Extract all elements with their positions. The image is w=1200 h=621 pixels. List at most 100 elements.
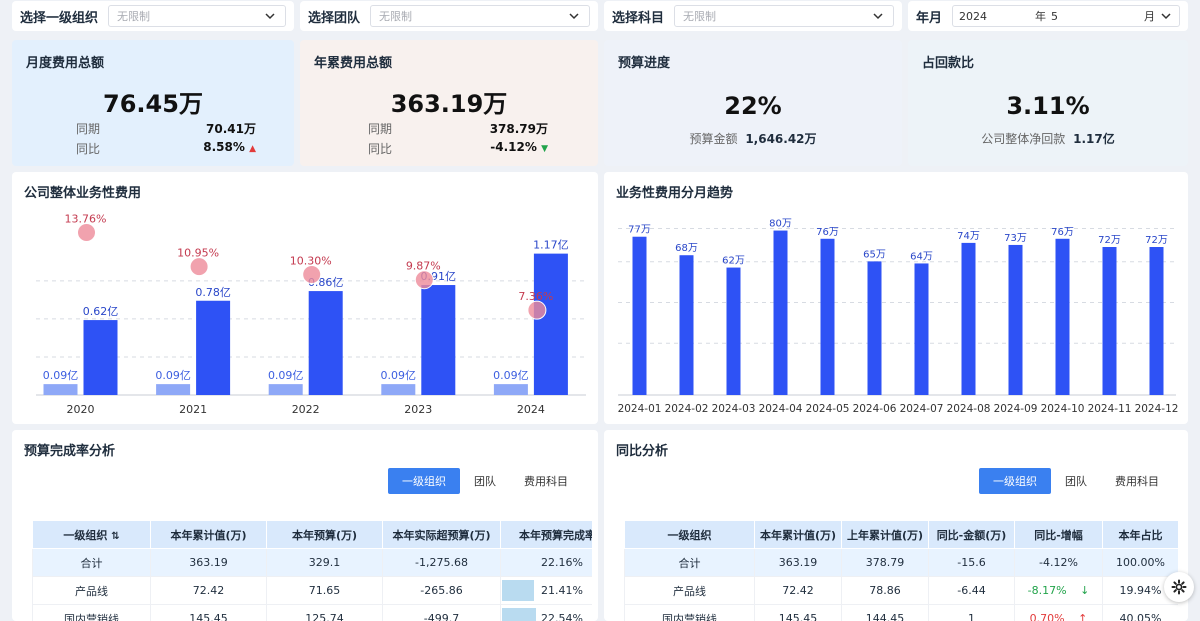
- tab-org[interactable]: 一级组织: [388, 468, 460, 494]
- tab-subject[interactable]: 费用科目: [1101, 468, 1173, 494]
- rate-bar: [502, 580, 535, 601]
- x-tick-label: 2024-10: [1041, 403, 1085, 415]
- panel-title: 同比分析: [616, 444, 669, 459]
- cell: -8.17% ↓: [1014, 576, 1103, 605]
- column-header: 本年预算完成率: [500, 520, 592, 549]
- ratio-point: [414, 270, 434, 290]
- cell: 71.65: [266, 576, 383, 605]
- monthly-trend-chart: 77万 2024-01 68万 2024-02 62万 2024-03 80万 2024-04…: [618, 219, 1179, 415]
- kpi-row: 同比 -4.12% ▼: [368, 140, 548, 157]
- org-filter: 选择一级组织 无限制: [12, 1, 294, 31]
- bar-label: 73万: [1004, 233, 1027, 244]
- subject-select[interactable]: 无限制: [674, 5, 894, 27]
- bar-label: 80万: [769, 219, 792, 230]
- bar: [421, 285, 456, 395]
- org-select[interactable]: 无限制: [108, 5, 286, 27]
- cell: 145.45: [150, 604, 267, 621]
- cell: -265.86: [382, 576, 501, 605]
- bar-label: 64万: [910, 251, 933, 262]
- bar-label: 0.09亿: [43, 369, 79, 382]
- bar-small: [493, 384, 528, 395]
- team-select[interactable]: 无限制: [370, 5, 590, 27]
- bar: [1102, 247, 1117, 395]
- column-header: 本年预算(万): [266, 520, 383, 549]
- budget-table-viewport: 一级组织 ⇅ 本年累计值(万) 本年预算(万) 本年实际超预算(万) 本年预算完…: [32, 520, 592, 621]
- cell: 产品线: [624, 576, 755, 605]
- column-header-org[interactable]: 一级组织 ⇅: [32, 520, 151, 549]
- overall-expense-chart: 0.09亿 0.62亿 13.76% 2020 0.09亿 0.78亿 10.95% 2021…: [36, 212, 586, 416]
- cell: 363.19: [150, 548, 267, 577]
- triangle-down-icon: ▼: [541, 144, 548, 154]
- x-tick-label: 2023: [404, 403, 432, 416]
- cell: 合计: [624, 548, 755, 577]
- chevron-down-icon: [1161, 13, 1171, 20]
- team-filter: 选择团队 无限制: [300, 1, 598, 31]
- year-month-picker[interactable]: 2024 年 5 月: [952, 5, 1180, 27]
- x-tick-label: 2024-03: [712, 403, 756, 415]
- kpi-row: 公司整体净回款 1.17亿: [908, 130, 1188, 147]
- floating-settings-button[interactable]: [1164, 572, 1194, 602]
- ratio-point: [527, 300, 547, 320]
- cell: 378.79: [841, 548, 929, 577]
- chevron-down-icon: [569, 13, 579, 20]
- kpi-title: 月度费用总额: [26, 56, 105, 71]
- x-tick-label: 2024-11: [1088, 403, 1132, 415]
- budget-completion-panel: 预算完成率分析 一级组织 团队 费用科目 一级组织 ⇅ 本年累计值(万) 本年预…: [12, 430, 598, 621]
- kpi-row: 同期 378.79万: [368, 120, 548, 137]
- kpi-title: 预算进度: [618, 56, 671, 71]
- tab-team[interactable]: 团队: [1051, 468, 1101, 494]
- table-row: 产品线 72.42 71.65 -265.86 21.41%: [32, 576, 592, 605]
- team-select-placeholder: 无限制: [379, 10, 413, 23]
- cell: -15.6: [928, 548, 1015, 577]
- kpi-row-label: 公司整体净回款: [981, 132, 1066, 146]
- cell: -6.44: [928, 576, 1015, 605]
- x-tick-label: 2020: [67, 403, 95, 416]
- table-row: 合计 363.19 378.79 -15.6 -4.12% 100.00%: [624, 548, 1178, 577]
- bar: [1149, 247, 1164, 395]
- cell: 144.45: [841, 604, 929, 621]
- month-unit: 月: [1144, 10, 1155, 23]
- kpi-row-value: 378.79万: [489, 122, 548, 136]
- table-row: 合计 363.19 329.1 -1,275.68 22.16%: [32, 548, 592, 577]
- bar-label: 0.62亿: [83, 305, 119, 318]
- kpi-row-label: 同期: [368, 122, 393, 136]
- yoy-tabs: 一级组织 团队 费用科目: [979, 468, 1173, 494]
- x-tick-label: 2024-06: [853, 403, 897, 415]
- x-tick-label: 2022: [292, 403, 320, 416]
- bar-small: [381, 384, 416, 395]
- cell: 329.1: [266, 548, 383, 577]
- yoy-table-viewport: 一级组织 本年累计值(万) 上年累计值(万) 同比-金额(万) 同比-增幅 本年…: [624, 520, 1178, 621]
- cell: -1,275.68: [382, 548, 501, 577]
- kpi-row: 同比 8.58% ▲: [76, 140, 256, 157]
- bar: [533, 253, 568, 395]
- x-tick-label: 2024-07: [900, 403, 944, 415]
- bar: [679, 255, 694, 395]
- bar-label: 0.78亿: [195, 286, 231, 299]
- subject-filter: 选择科目 无限制: [604, 1, 902, 31]
- tab-team[interactable]: 团队: [460, 468, 510, 494]
- cell: 21.41%: [500, 576, 592, 605]
- cell: 363.19: [754, 548, 842, 577]
- tab-subject[interactable]: 费用科目: [510, 468, 582, 494]
- bar-label: 0.09亿: [268, 369, 304, 382]
- sort-icon[interactable]: ⇅: [111, 531, 119, 542]
- org-filter-label: 选择一级组织: [20, 10, 99, 26]
- cell: 72.42: [150, 576, 267, 605]
- bar-label: 0.09亿: [493, 369, 529, 382]
- bar: [1055, 238, 1070, 395]
- tab-org[interactable]: 一级组织: [979, 468, 1051, 494]
- column-header: 本年实际超预算(万): [382, 520, 501, 549]
- budget-tabs: 一级组织 团队 费用科目: [388, 468, 582, 494]
- panel-title: 预算完成率分析: [24, 444, 116, 459]
- x-tick-label: 2024-01: [618, 403, 662, 415]
- kpi-row-label: 同比: [76, 142, 101, 156]
- bar: [1008, 244, 1023, 395]
- x-tick-label: 2024-12: [1135, 403, 1179, 415]
- ratio-label: 9.87%: [406, 260, 441, 273]
- ratio-point: [77, 222, 96, 242]
- column-header: 上年累计值(万): [841, 520, 929, 549]
- rate-bar: [502, 608, 536, 621]
- kpi-monthly-expense: 月度费用总额 76.45万 同期 70.41万 同比 8.58% ▲: [12, 40, 294, 166]
- arrow-up-icon: ↑: [1078, 612, 1088, 621]
- yoy-table: 一级组织 本年累计值(万) 上年累计值(万) 同比-金额(万) 同比-增幅 本年…: [624, 520, 1178, 621]
